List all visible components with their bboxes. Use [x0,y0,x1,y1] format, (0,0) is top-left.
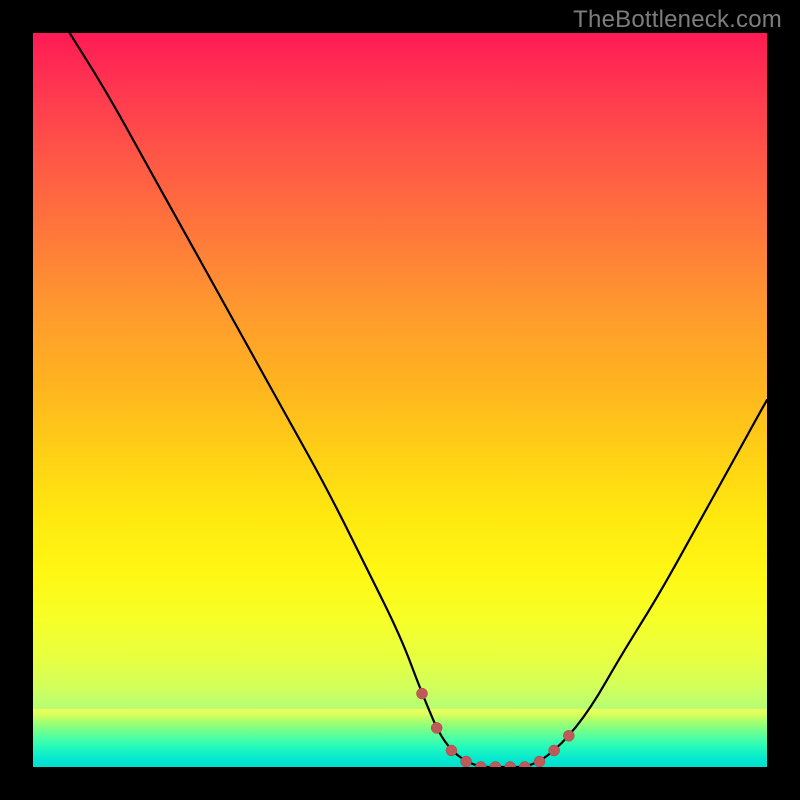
bead [563,730,574,741]
bead [431,722,442,733]
bead [519,762,530,768]
bead [505,762,516,768]
curve-svg [33,33,767,767]
bead [549,745,560,756]
chart-frame: TheBottleneck.com [0,0,800,800]
bead [475,762,486,768]
bead [417,688,428,699]
plot-area [33,33,767,767]
bead [490,762,501,768]
bottleneck-curve [70,33,767,767]
bead [446,745,457,756]
optimal-beads [417,688,575,767]
bead [534,756,545,767]
bead [461,756,472,767]
watermark-text: TheBottleneck.com [573,6,782,34]
